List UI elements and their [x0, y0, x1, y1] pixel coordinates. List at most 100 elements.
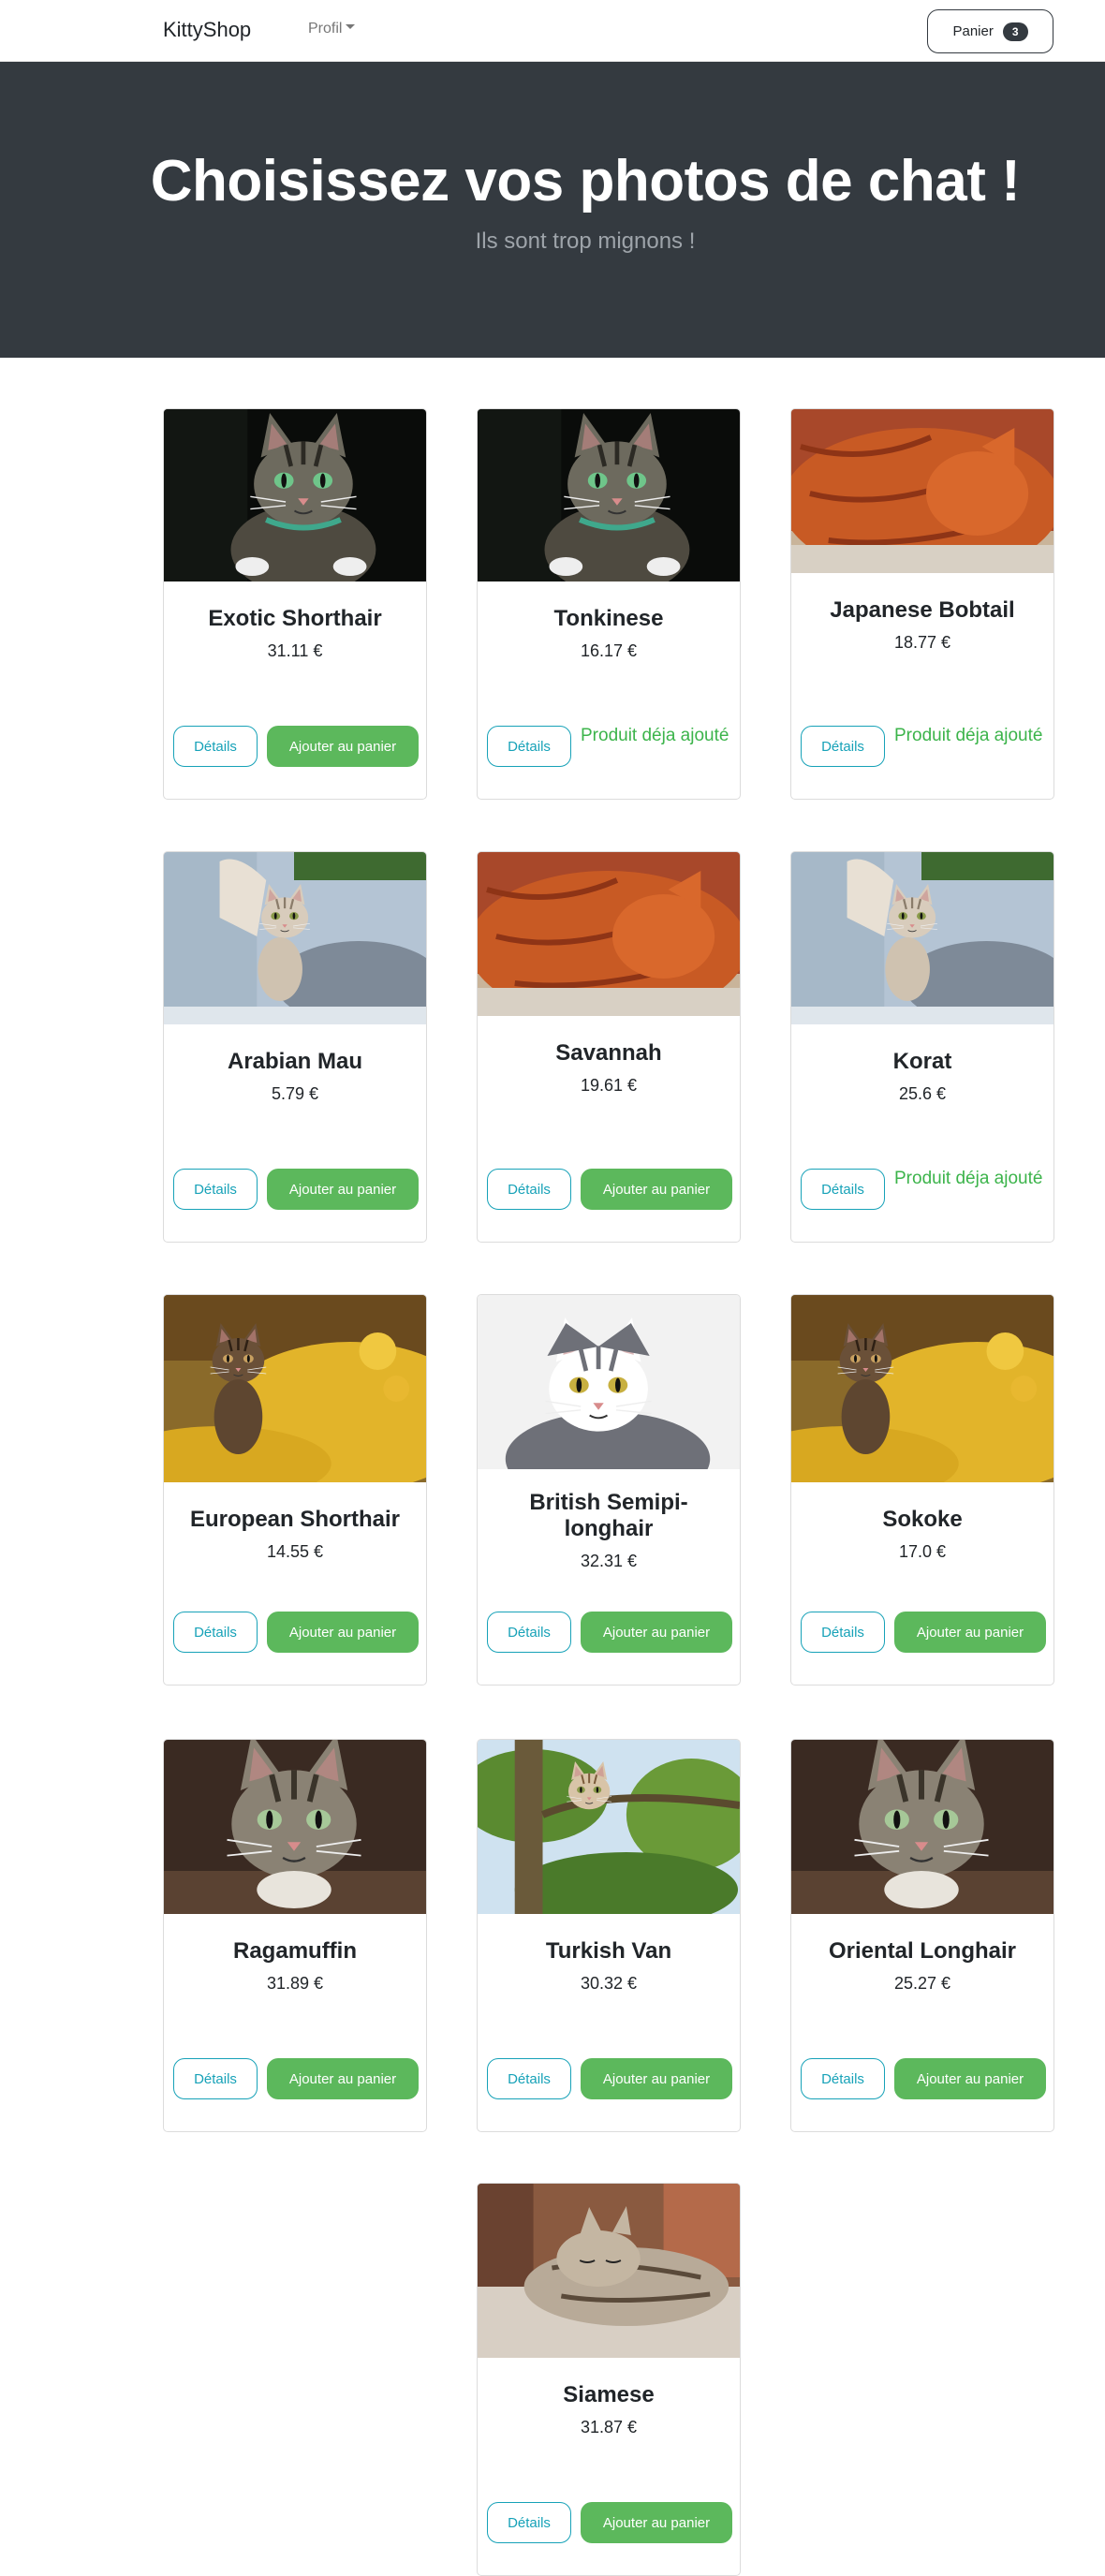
product-card: Japanese Bobtail 18.77 € Détails Produit…: [790, 408, 1054, 800]
details-button[interactable]: Détails: [487, 2502, 571, 2543]
product-name: Savannah: [555, 1040, 662, 1066]
product-name: Korat: [892, 1049, 952, 1074]
details-button[interactable]: Détails: [173, 1169, 258, 1210]
brand-logo[interactable]: KittyShop: [163, 18, 251, 42]
product-card: Tonkinese 16.17 € Détails Produit déja a…: [477, 408, 741, 800]
cat-in-tree-image: [478, 1740, 740, 1927]
caret-down-icon: [346, 24, 356, 30]
tabby-cat-closeup-image: [164, 1740, 426, 1914]
kitten-yellow-flowers-image: [164, 1295, 426, 1501]
product-card: Siamese 31.87 € Détails Ajouter au panie…: [477, 2183, 741, 2576]
product-name: British Semipi-longhair: [529, 1490, 688, 1541]
card-actions: Détails Ajouter au panier: [173, 1169, 419, 1210]
add-to-cart-button[interactable]: Ajouter au panier: [894, 2058, 1046, 2099]
kitten-sleeping-on-table-image: [478, 2184, 740, 2358]
product-price: 25.27 €: [893, 1974, 951, 1993]
already-added-label: Produit déja ajouté: [894, 1169, 1043, 1188]
card-actions: Détails Ajouter au panier: [487, 2058, 732, 2099]
orange-cat-sleeping-image: [791, 409, 1053, 578]
product-price: 25.6 €: [898, 1084, 947, 1103]
details-button[interactable]: Détails: [801, 1612, 885, 1653]
product-name: Exotic Shorthair: [208, 606, 382, 631]
product-card: British Semipi-longhair 32.31 € Détails …: [477, 1294, 741, 1685]
product-price: 31.87 €: [580, 2418, 638, 2436]
cart-label: Panier: [952, 23, 994, 39]
cart-count-badge: 3: [1002, 22, 1028, 41]
hero-title: Choisissez vos photos de chat !: [150, 149, 1021, 213]
product-price: 19.61 €: [580, 1076, 638, 1095]
details-button[interactable]: Détails: [487, 726, 571, 767]
hero-subtitle: Ils sont trop mignons !: [475, 228, 696, 254]
product-name: Ragamuffin: [233, 1938, 357, 1964]
product-price: 17.0 €: [898, 1542, 947, 1561]
profile-label: Profil: [308, 21, 343, 37]
add-to-cart-button[interactable]: Ajouter au panier: [267, 1612, 419, 1653]
profile-dropdown[interactable]: Profil: [308, 21, 356, 37]
product-name: Turkish Van: [545, 1938, 672, 1964]
details-button[interactable]: Détails: [173, 2058, 258, 2099]
tabby-cat-dark-background-image: [478, 409, 740, 595]
details-button[interactable]: Détails: [487, 2058, 571, 2099]
kitten-on-couch-image: [164, 852, 426, 1025]
details-button[interactable]: Détails: [173, 726, 258, 767]
tabby-cat-dark-background-image: [164, 409, 426, 595]
product-name: Tonkinese: [553, 606, 664, 631]
kitten-yellow-flowers-image: [791, 1295, 1053, 1501]
product-price: 14.55 €: [266, 1542, 324, 1561]
product-name: Siamese: [563, 2382, 655, 2407]
product-name: Oriental Longhair: [828, 1938, 1016, 1964]
card-actions: Détails Ajouter au panier: [487, 1612, 732, 1653]
product-name: Japanese Bobtail: [830, 597, 1015, 623]
product-price: 16.17 €: [580, 641, 638, 660]
grey-white-cat-portrait-image: [478, 1295, 740, 1506]
details-button[interactable]: Détails: [801, 2058, 885, 2099]
details-button[interactable]: Détails: [801, 726, 885, 767]
product-name: Sokoke: [882, 1507, 963, 1532]
product-name: Arabian Mau: [227, 1049, 363, 1074]
product-price: 5.79 €: [271, 1084, 319, 1103]
card-actions: Détails Ajouter au panier: [173, 1612, 419, 1653]
card-actions: Détails Produit déja ajouté: [801, 1169, 1044, 1210]
add-to-cart-button[interactable]: Ajouter au panier: [267, 1169, 419, 1210]
tabby-cat-closeup-image: [791, 1740, 1053, 1914]
add-to-cart-button[interactable]: Ajouter au panier: [581, 1169, 732, 1210]
product-price: 31.89 €: [266, 1974, 324, 1993]
add-to-cart-button[interactable]: Ajouter au panier: [581, 2058, 732, 2099]
card-actions: Détails Ajouter au panier: [487, 2502, 732, 2543]
card-actions: Détails Ajouter au panier: [801, 1612, 1046, 1653]
details-button[interactable]: Détails: [173, 1612, 258, 1653]
card-actions: Détails Produit déja ajouté: [801, 726, 1044, 767]
add-to-cart-button[interactable]: Ajouter au panier: [267, 726, 419, 767]
card-actions: Détails Ajouter au panier: [801, 2058, 1046, 2099]
card-actions: Détails Ajouter au panier: [173, 2058, 419, 2099]
navbar: KittyShop Profil Panier 3: [0, 0, 1105, 62]
product-card: Arabian Mau 5.79 € Détails Ajouter au pa…: [163, 851, 427, 1243]
hero-banner: Choisissez vos photos de chat ! Ils sont…: [0, 62, 1105, 358]
add-to-cart-button[interactable]: Ajouter au panier: [581, 2502, 732, 2543]
details-button[interactable]: Détails: [487, 1612, 571, 1653]
already-added-label: Produit déja ajouté: [581, 726, 729, 745]
orange-cat-sleeping-image: [478, 852, 740, 1021]
product-price: 32.31 €: [580, 1552, 638, 1570]
details-button[interactable]: Détails: [801, 1169, 885, 1210]
add-to-cart-button[interactable]: Ajouter au panier: [267, 2058, 419, 2099]
details-button[interactable]: Détails: [487, 1169, 571, 1210]
card-actions: Détails Ajouter au panier: [487, 1169, 732, 1210]
product-card: Exotic Shorthair 31.11 € Détails Ajouter…: [163, 408, 427, 800]
kitten-on-couch-image: [791, 852, 1053, 1025]
product-card: Sokoke 17.0 € Détails Ajouter au panier: [790, 1294, 1054, 1685]
add-to-cart-button[interactable]: Ajouter au panier: [581, 1612, 732, 1653]
add-to-cart-button[interactable]: Ajouter au panier: [894, 1612, 1046, 1653]
product-card: Ragamuffin 31.89 € Détails Ajouter au pa…: [163, 1739, 427, 2132]
product-name: European Shorthair: [189, 1507, 401, 1532]
product-card: Korat 25.6 € Détails Produit déja ajouté: [790, 851, 1054, 1243]
product-price: 30.32 €: [580, 1974, 638, 1993]
product-card: Savannah 19.61 € Détails Ajouter au pani…: [477, 851, 741, 1243]
product-card: European Shorthair 14.55 € Détails Ajout…: [163, 1294, 427, 1685]
product-price: 18.77 €: [893, 633, 951, 652]
card-actions: Détails Ajouter au panier: [173, 726, 419, 767]
product-card: Turkish Van 30.32 € Détails Ajouter au p…: [477, 1739, 741, 2132]
product-card: Oriental Longhair 25.27 € Détails Ajoute…: [790, 1739, 1054, 2132]
cart-button[interactable]: Panier 3: [927, 9, 1053, 53]
already-added-label: Produit déja ajouté: [894, 726, 1043, 745]
